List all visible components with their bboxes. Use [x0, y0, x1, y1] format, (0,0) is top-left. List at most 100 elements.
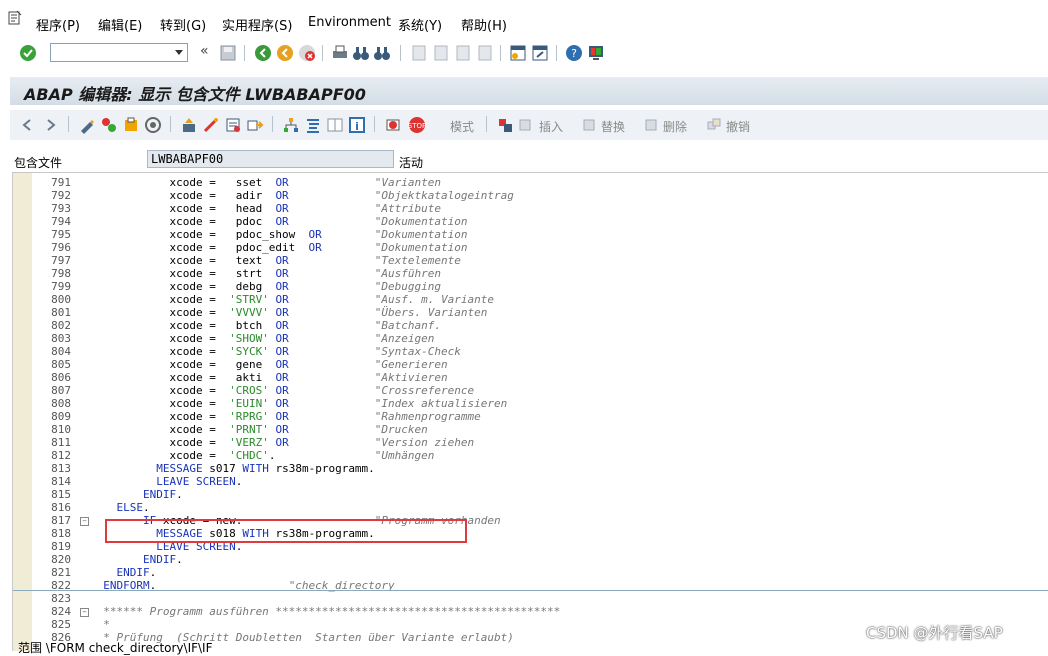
- line-number: 817: [51, 514, 71, 527]
- save-icon[interactable]: [219, 44, 237, 62]
- fold-toggle-icon[interactable]: −: [80, 517, 89, 526]
- object-list-icon[interactable]: [282, 116, 300, 134]
- code-line[interactable]: 801 xcode = 'VVVV' OR "Übers. Varianten: [13, 306, 1048, 319]
- other-object-icon[interactable]: [122, 116, 140, 134]
- fold-toggle-icon[interactable]: −: [80, 608, 89, 617]
- cancel-icon[interactable]: [298, 44, 316, 62]
- code-line[interactable]: 798 xcode = strt OR "Ausführen: [13, 267, 1048, 280]
- exit-icon[interactable]: [276, 44, 294, 62]
- code-line[interactable]: 799 xcode = debg OR "Debugging: [13, 280, 1048, 293]
- line-number: 805: [51, 358, 71, 371]
- screen-title-bar: ABAP 编辑器: 显示 包含文件 LWBABAPF00: [10, 77, 1048, 105]
- code-line[interactable]: 796 xcode = pdoc_edit OR "Dokumentation: [13, 241, 1048, 254]
- code-text: xcode = btch OR "Batchanf.: [90, 319, 442, 332]
- menu-help[interactable]: 帮助(H): [461, 15, 507, 34]
- pattern-icon[interactable]: [496, 116, 514, 134]
- code-line[interactable]: 814 LEAVE SCREEN.: [13, 475, 1048, 488]
- code-line[interactable]: 794 xcode = pdoc OR "Dokumentation: [13, 215, 1048, 228]
- system-menu-icon[interactable]: [8, 10, 22, 26]
- code-line[interactable]: 795 xcode = pdoc_show OR "Dokumentation: [13, 228, 1048, 241]
- line-number: 804: [51, 345, 71, 358]
- code-line[interactable]: 797 xcode = text OR "Textelemente: [13, 254, 1048, 267]
- code-line[interactable]: 803 xcode = 'SHOW' OR "Anzeigen: [13, 332, 1048, 345]
- code-line[interactable]: 820 ENDIF.: [13, 553, 1048, 566]
- code-line[interactable]: 806 xcode = akti OR "Aktivieren: [13, 371, 1048, 384]
- code-line[interactable]: 811 xcode = 'VERZ' OR "Version ziehen: [13, 436, 1048, 449]
- menu-system[interactable]: 系统(Y): [398, 15, 442, 34]
- customize-layout-icon[interactable]: [587, 44, 605, 62]
- include-name-field[interactable]: LWBABAPF00: [147, 150, 394, 168]
- code-line[interactable]: 816 ELSE.: [13, 501, 1048, 514]
- code-line[interactable]: 824− ****** Programm ausführen *********…: [13, 605, 1048, 618]
- test-icon[interactable]: [202, 116, 220, 134]
- code-line[interactable]: 793 xcode = head OR "Attribute: [13, 202, 1048, 215]
- menu-bar: 程序(P) 编辑(E) 转到(G) 实用程序(S) Environment 系统…: [0, 0, 1048, 40]
- code-line[interactable]: 807 xcode = 'CROS' OR "Crossreference: [13, 384, 1048, 397]
- line-number: 796: [51, 241, 71, 254]
- activate-icon[interactable]: [180, 116, 198, 134]
- previous-page-icon[interactable]: [432, 44, 450, 62]
- code-line[interactable]: 813 MESSAGE s017 WITH rs38m-programm.: [13, 462, 1048, 475]
- back-arrow-icon[interactable]: [20, 117, 36, 133]
- delete-button[interactable]: 删除: [663, 118, 687, 135]
- navigate-icon[interactable]: [246, 116, 264, 134]
- pretty-printer-icon[interactable]: [304, 116, 322, 134]
- split-screen-icon[interactable]: [326, 116, 344, 134]
- help-icon[interactable]: ?: [565, 44, 583, 62]
- code-text: xcode = 'CROS' OR "Crossreference: [90, 384, 475, 397]
- code-line[interactable]: 792 xcode = adir OR "Objektkatalogeintra…: [13, 189, 1048, 202]
- line-number: 810: [51, 423, 71, 436]
- where-used-icon[interactable]: [224, 116, 242, 134]
- insert-button[interactable]: 插入: [539, 118, 563, 135]
- code-line[interactable]: 802 xcode = btch OR "Batchanf.: [13, 319, 1048, 332]
- code-line[interactable]: 823: [13, 592, 1048, 605]
- chevron-down-icon[interactable]: [175, 50, 183, 55]
- command-field[interactable]: [50, 43, 188, 62]
- print-icon[interactable]: [331, 44, 349, 62]
- code-editor[interactable]: 791 xcode = sset OR "Varianten 792 xcode …: [12, 172, 1048, 651]
- external-breakpoint-icon[interactable]: STOP: [406, 116, 428, 134]
- scope-status: 范围 \FORM check_directory\IF\IF: [18, 641, 213, 655]
- active-inactive-icon[interactable]: [100, 116, 118, 134]
- code-line[interactable]: 809 xcode = 'RPRG' OR "Rahmenprogramme: [13, 410, 1048, 423]
- find-next-icon[interactable]: [373, 44, 391, 62]
- collapse-command-icon[interactable]: «: [200, 43, 209, 59]
- code-line[interactable]: 821 ENDIF.: [13, 566, 1048, 579]
- next-page-icon[interactable]: [454, 44, 472, 62]
- line-number: 802: [51, 319, 71, 332]
- menu-program[interactable]: 程序(P): [36, 15, 80, 34]
- last-page-icon[interactable]: [476, 44, 494, 62]
- code-line[interactable]: 800 xcode = 'STRV' OR "Ausf. m. Variante: [13, 293, 1048, 306]
- replace-button[interactable]: 替换: [601, 118, 625, 135]
- create-shortcut-icon[interactable]: [531, 44, 549, 62]
- line-number: 820: [51, 553, 71, 566]
- code-line[interactable]: 810 xcode = 'PRNT' OR "Drucken: [13, 423, 1048, 436]
- menu-goto[interactable]: 转到(G): [160, 15, 206, 34]
- code-line[interactable]: 805 xcode = gene OR "Generieren: [13, 358, 1048, 371]
- back-icon[interactable]: [254, 44, 272, 62]
- find-icon[interactable]: [352, 44, 370, 62]
- forward-arrow-icon[interactable]: [42, 117, 58, 133]
- menu-edit[interactable]: 编辑(E): [98, 15, 142, 34]
- code-line[interactable]: 812 xcode = 'CHDC'. "Umhängen: [13, 449, 1048, 462]
- code-text: ****** Programm ausführen **************…: [90, 605, 561, 618]
- code-line[interactable]: 808 xcode = 'EUIN' OR "Index aktualisier…: [13, 397, 1048, 410]
- undo-button[interactable]: 撤销: [726, 118, 750, 135]
- display-change-icon[interactable]: [78, 116, 96, 134]
- check-syntax-icon[interactable]: [144, 116, 162, 134]
- first-page-icon[interactable]: [410, 44, 428, 62]
- enter-check-icon[interactable]: [19, 44, 37, 62]
- highlight-box: [105, 519, 467, 543]
- menu-environment[interactable]: Environment: [308, 15, 391, 30]
- new-session-icon[interactable]: [509, 44, 527, 62]
- code-line[interactable]: 804 xcode = 'SYCK' OR "Syntax-Check: [13, 345, 1048, 358]
- line-number: 803: [51, 332, 71, 345]
- line-number: 809: [51, 410, 71, 423]
- code-line[interactable]: 815 ENDIF.: [13, 488, 1048, 501]
- menu-utilities[interactable]: 实用程序(S): [222, 15, 292, 34]
- info-icon[interactable]: i: [348, 116, 366, 134]
- code-line[interactable]: 791 xcode = sset OR "Varianten: [13, 176, 1048, 189]
- breakpoint-icon[interactable]: [384, 116, 402, 134]
- code-text: xcode = pdoc_show OR "Dokumentation: [90, 228, 468, 241]
- mode-button[interactable]: 模式: [450, 118, 474, 135]
